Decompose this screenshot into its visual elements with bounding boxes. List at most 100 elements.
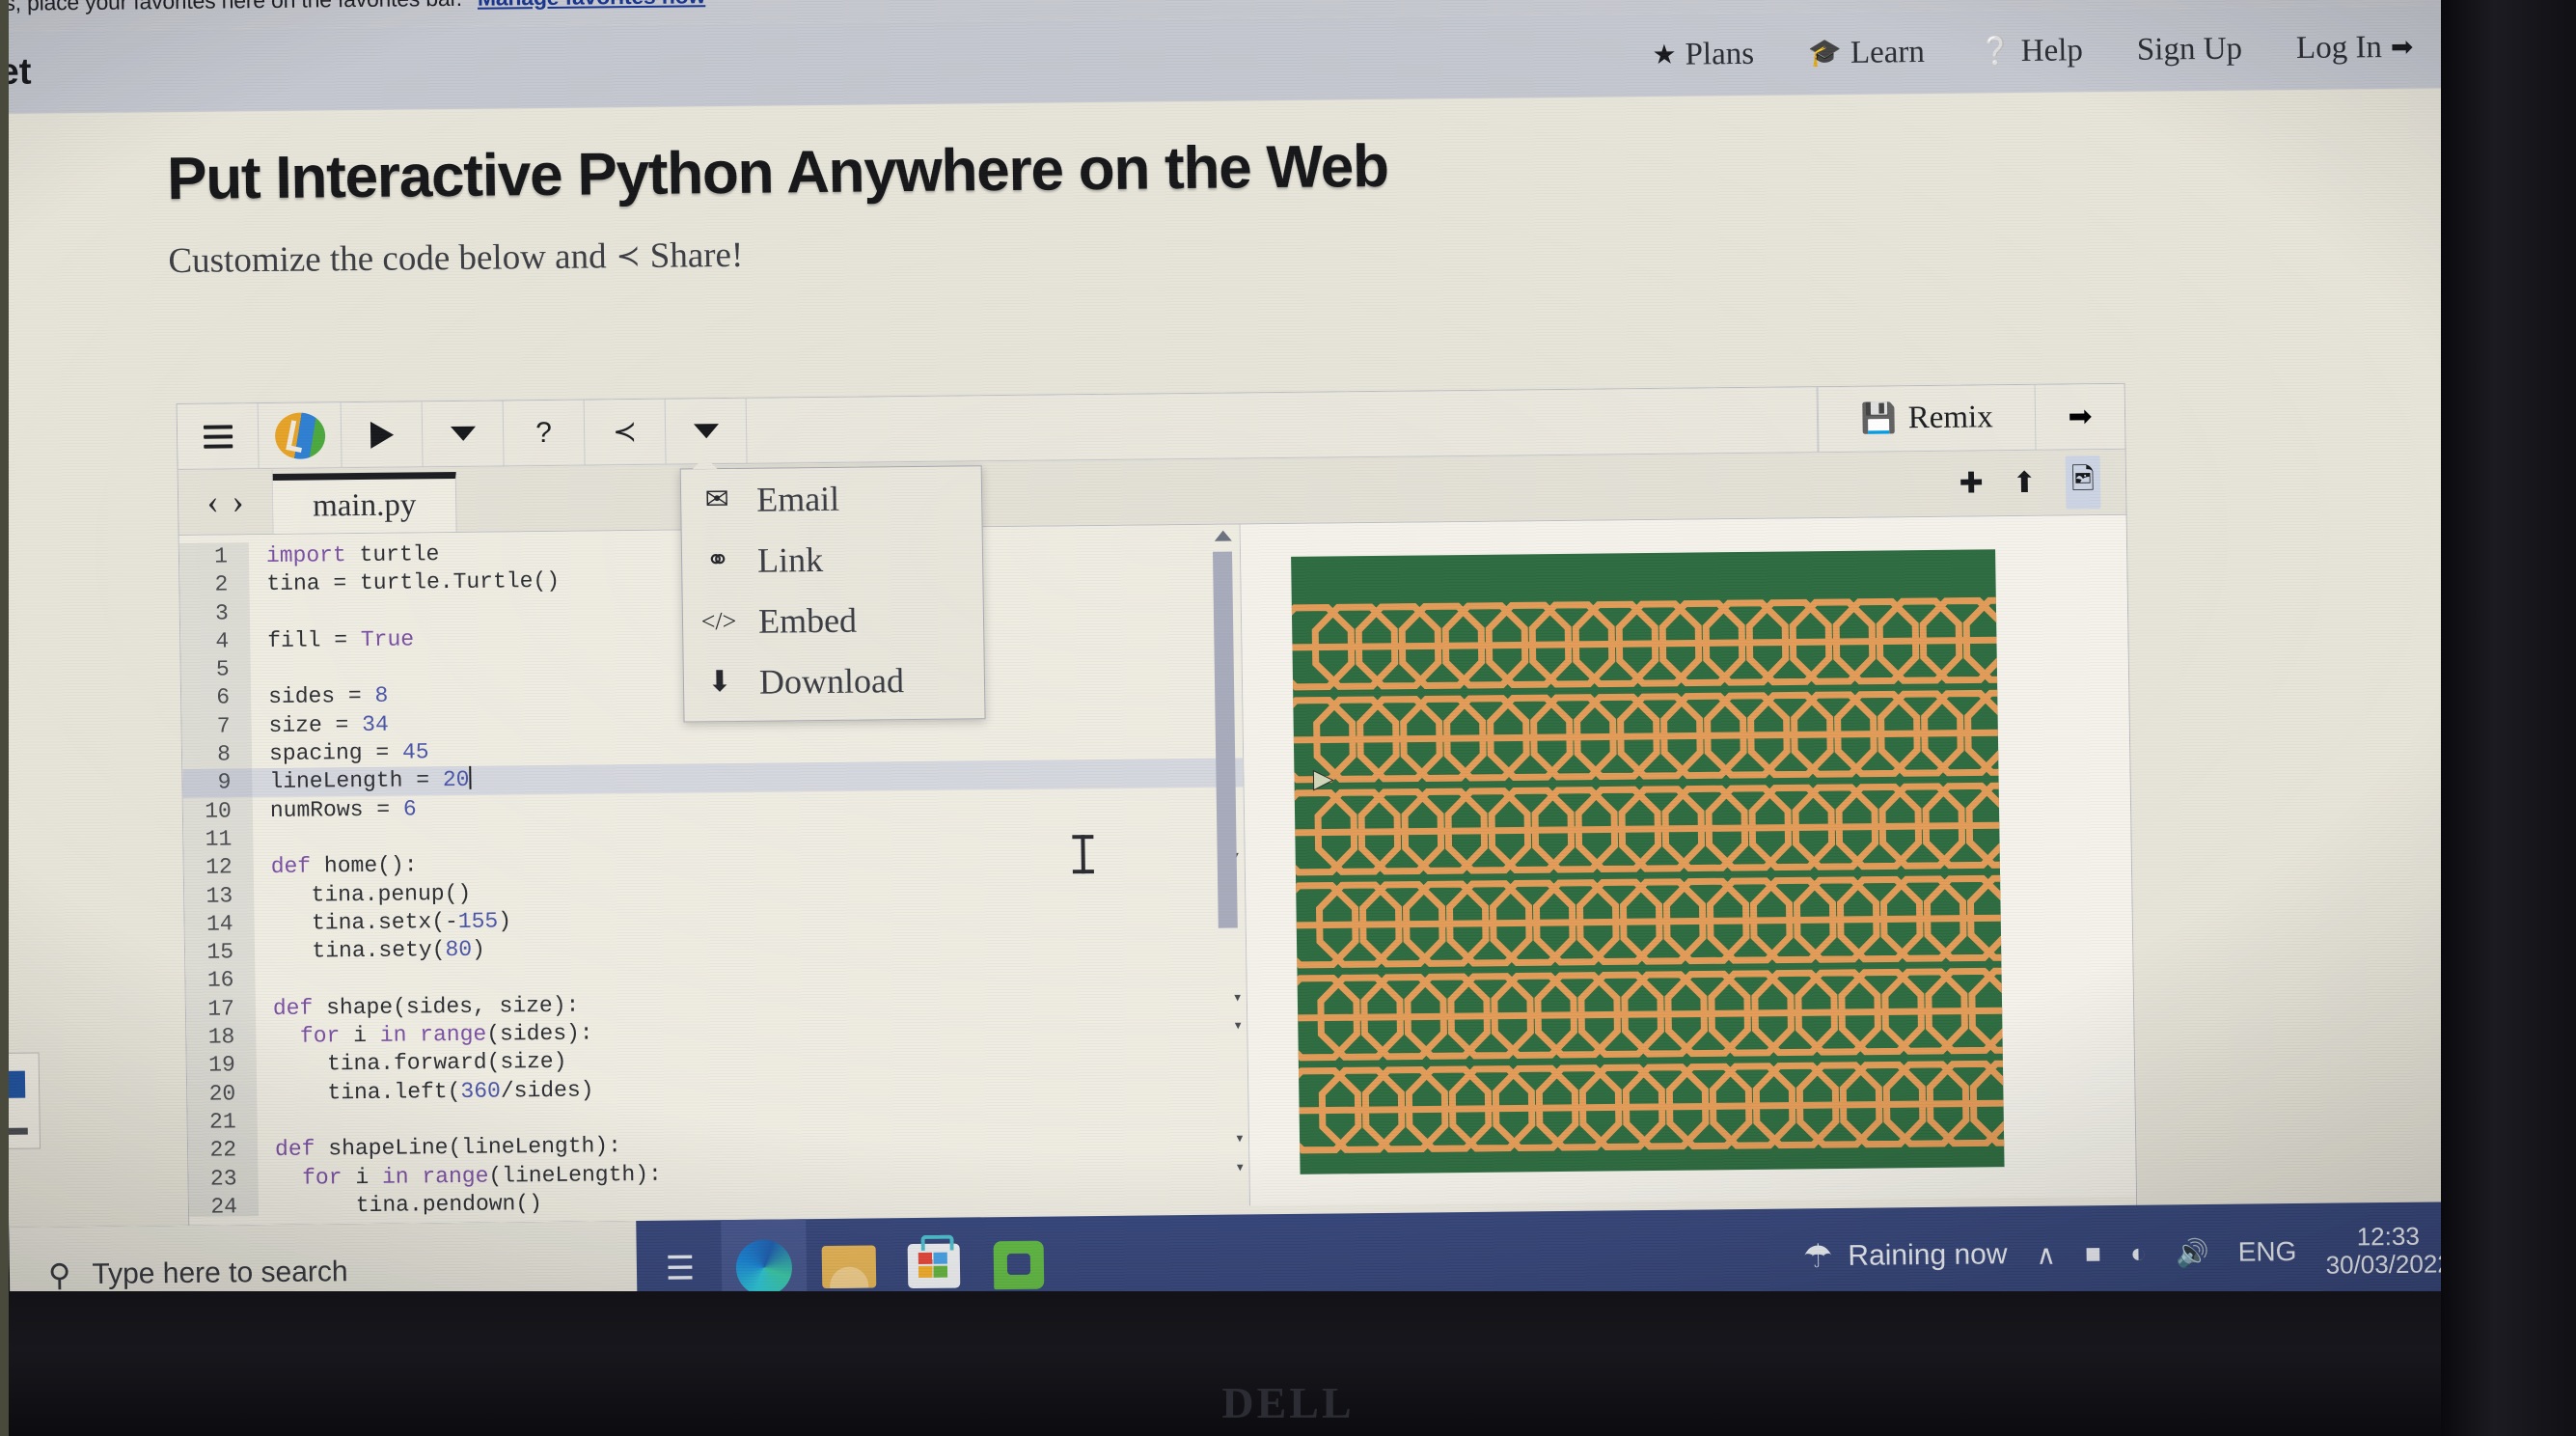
search-icon: ⚲	[47, 1257, 71, 1293]
line-number: 17	[185, 994, 257, 1024]
line-number: 18	[186, 1023, 257, 1053]
umbrella-rain-icon: ☂	[1802, 1238, 1833, 1276]
nav-label: Log In	[2295, 29, 2383, 66]
volume-icon[interactable]: 🔊	[2176, 1236, 2209, 1268]
line-number: 13	[183, 881, 255, 911]
task-view-icon: ☰	[665, 1250, 694, 1287]
turtle-drawing	[1291, 548, 2006, 1175]
line-number: 21	[187, 1108, 258, 1138]
nav-item-learn[interactable]: 🎓 Learn	[1808, 35, 1925, 71]
chevron-right-icon[interactable]: ›	[232, 481, 244, 521]
wifi-icon[interactable]: ◐	[2130, 1238, 2147, 1269]
toolbar-spacer	[746, 387, 1819, 463]
text-cursor-icon	[1081, 835, 1085, 874]
link-chain-icon: ⚭	[705, 544, 730, 577]
share-menu-item-link[interactable]: ⚭ Link	[682, 527, 983, 591]
battery-icon[interactable]: ■	[2085, 1238, 2101, 1269]
download-icon: ⬇	[707, 665, 732, 699]
line-number: 6	[180, 683, 252, 713]
run-play-icon	[370, 421, 394, 449]
star-icon: ★	[1652, 40, 1677, 70]
share-menu-item-email[interactable]: ✉ Email	[681, 466, 982, 530]
line-number: 22	[187, 1136, 259, 1166]
graduation-cap-icon: 🎓	[1807, 38, 1843, 69]
nav-item-plans[interactable]: ★ Plans	[1652, 36, 1754, 72]
chevron-left-icon[interactable]: ‹	[206, 482, 219, 522]
line-number: 3	[179, 598, 251, 628]
menu-label: Embed	[757, 600, 858, 641]
share-menu-item-embed[interactable]: </> Embed	[683, 588, 984, 651]
help-button[interactable]: ?	[503, 400, 586, 466]
search-placeholder: Type here to search	[92, 1256, 348, 1290]
messaging-app-icon	[993, 1240, 1045, 1290]
nav-item-help[interactable]: ❔ Help	[1979, 33, 2084, 69]
plus-icon[interactable]: ✚	[1959, 466, 1984, 500]
share-options-button[interactable]	[665, 398, 748, 464]
upload-icon[interactable]: ⬆	[2013, 466, 2038, 500]
site-nav-links: ★ Plans 🎓 Learn ❔ Help Sign Up Log In ➡	[1652, 28, 2519, 72]
weather-widget[interactable]: ☂ Raining now	[1803, 1235, 2008, 1276]
trinket-logo-button[interactable]	[258, 402, 343, 469]
page-title: Put Interactive Python Anywhere on the W…	[166, 132, 1389, 213]
favorites-bar-hint: ess, place your favorites here on the fa…	[0, 0, 462, 16]
monitor-screen: ess, place your favorites here on the fa…	[0, 0, 2539, 1357]
clock-date: 30/03/2022	[2325, 1249, 2452, 1280]
scroll-up-arrow-icon[interactable]	[1214, 530, 1232, 541]
file-tab-main-py[interactable]: main.py	[272, 471, 457, 534]
line-number: 16	[185, 966, 256, 996]
line-number: 9	[182, 768, 253, 798]
image-file-icon[interactable]: 🖻	[2065, 456, 2101, 510]
language-indicator[interactable]: ENG	[2237, 1236, 2296, 1268]
microsoft-store-icon	[907, 1243, 961, 1289]
nav-item-login[interactable]: Log In ➡	[2296, 29, 2414, 66]
open-in-new-icon: ➡	[2068, 400, 2093, 433]
turtle-canvas	[1291, 543, 2006, 1205]
turtle-output-panel	[1240, 514, 2137, 1206]
line-number: 14	[184, 910, 255, 940]
line-number: 20	[187, 1079, 258, 1109]
nav-item-signup[interactable]: Sign Up	[2137, 31, 2243, 68]
taskbar-clock[interactable]: 12:33 30/03/2022	[2325, 1222, 2452, 1280]
trinket-logo-icon	[274, 411, 325, 459]
save-floppy-icon: 💾	[1860, 402, 1897, 435]
line-number: 12	[183, 853, 254, 883]
line-number: 10	[182, 796, 254, 826]
run-button[interactable]	[341, 401, 424, 468]
show-hidden-icons-chevron[interactable]: ∧	[2036, 1238, 2056, 1270]
nav-label: Sign Up	[2136, 31, 2243, 68]
menu-button[interactable]	[177, 403, 260, 469]
share-nodes-icon: ≺	[612, 416, 638, 449]
chevron-down-icon	[450, 426, 476, 442]
run-options-button[interactable]	[422, 400, 505, 467]
page-subtitle: Customize the code below and ≺ Share!	[168, 216, 2523, 283]
fullscreen-button[interactable]: ➡	[2036, 384, 2125, 450]
edge-browser-icon	[735, 1239, 793, 1296]
line-number: 4	[180, 627, 251, 657]
chevron-down-icon	[693, 424, 719, 439]
menu-label: Email	[755, 479, 840, 519]
monitor-bezel-bottom: DELL	[0, 1291, 2576, 1436]
trinket-embed: ? ≺ 💾 Remix ➡ ‹ › main.py ✚ ⬆ 🖻 1 import…	[176, 382, 2139, 1282]
subtitle-share-word: Share!	[649, 235, 744, 276]
monitor-brand-logo: DELL	[1221, 1378, 1355, 1427]
trinket-body: 1 import turtle 2 tina = turtle.Turtle() 3 4 f…	[178, 514, 2137, 1217]
manage-favorites-link[interactable]: Manage favorites now	[478, 0, 706, 11]
nav-label: Learn	[1850, 34, 1926, 70]
line-number: 11	[183, 825, 254, 855]
line-number: 15	[184, 938, 256, 968]
share-button[interactable]: ≺	[584, 399, 667, 465]
menu-label: Link	[756, 539, 824, 580]
weather-label: Raining now	[1848, 1238, 2008, 1272]
share-nodes-icon: ≺	[616, 239, 641, 273]
line-number: 7	[181, 711, 252, 742]
system-tray: ☂ Raining now ∧ ■ ◐ 🔊 ENG 12:33 30/03/20…	[1802, 1201, 2537, 1305]
monitor-bezel-left	[0, 0, 9, 1436]
line-number: 8	[181, 740, 253, 770]
remix-label: Remix	[1907, 400, 1993, 436]
file-explorer-icon	[821, 1245, 877, 1289]
share-dropdown-menu[interactable]: ✉ Email ⚭ Link </> Embed ⬇ Download	[679, 465, 986, 723]
tab-actions: ✚ ⬆ 🖻	[1959, 456, 2125, 516]
share-menu-item-download[interactable]: ⬇ Download	[683, 649, 984, 712]
remix-button[interactable]: 💾 Remix	[1817, 384, 2037, 453]
tab-nav-arrows[interactable]: ‹ ›	[178, 467, 274, 535]
